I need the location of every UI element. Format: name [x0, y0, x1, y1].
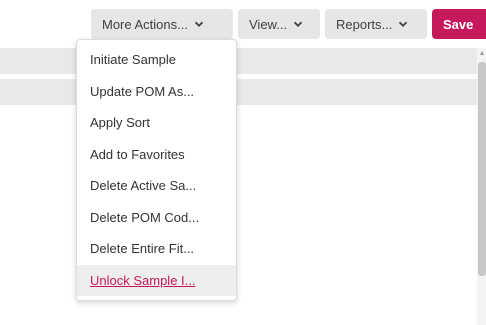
table-header-row	[0, 48, 478, 74]
menu-item-delete-active-sample[interactable]: Delete Active Sa...	[77, 170, 236, 202]
menu-item-update-pom[interactable]: Update POM As...	[77, 76, 236, 108]
reports-label: Reports...	[336, 16, 393, 32]
view-button[interactable]: View...	[238, 9, 320, 39]
menu-item-initiate-sample[interactable]: Initiate Sample	[77, 44, 236, 76]
menu-item-add-to-favorites[interactable]: Add to Favorites	[77, 139, 236, 171]
menu-item-apply-sort[interactable]: Apply Sort	[77, 107, 236, 139]
more-actions-label: More Actions...	[102, 16, 188, 32]
more-actions-button[interactable]: More Actions...	[91, 9, 233, 39]
scroll-up-arrow-icon[interactable]: ▲	[478, 50, 486, 58]
more-actions-menu: Initiate Sample Update POM As... Apply S…	[76, 39, 237, 301]
scrollbar-thumb[interactable]	[478, 62, 486, 276]
table-row	[0, 79, 478, 105]
save-button[interactable]: Save	[432, 9, 486, 39]
view-label: View...	[249, 16, 288, 32]
app-screen: More Actions... View... Reports... Save …	[0, 0, 486, 325]
reports-button[interactable]: Reports...	[325, 9, 427, 39]
chevron-down-icon	[293, 21, 303, 27]
menu-item-delete-entire-fit[interactable]: Delete Entire Fit...	[77, 233, 236, 265]
menu-item-delete-pom-code[interactable]: Delete POM Cod...	[77, 202, 236, 234]
chevron-down-icon	[194, 21, 204, 27]
menu-item-unlock-sample[interactable]: Unlock Sample I...	[77, 264, 236, 296]
chevron-down-icon	[399, 21, 408, 27]
